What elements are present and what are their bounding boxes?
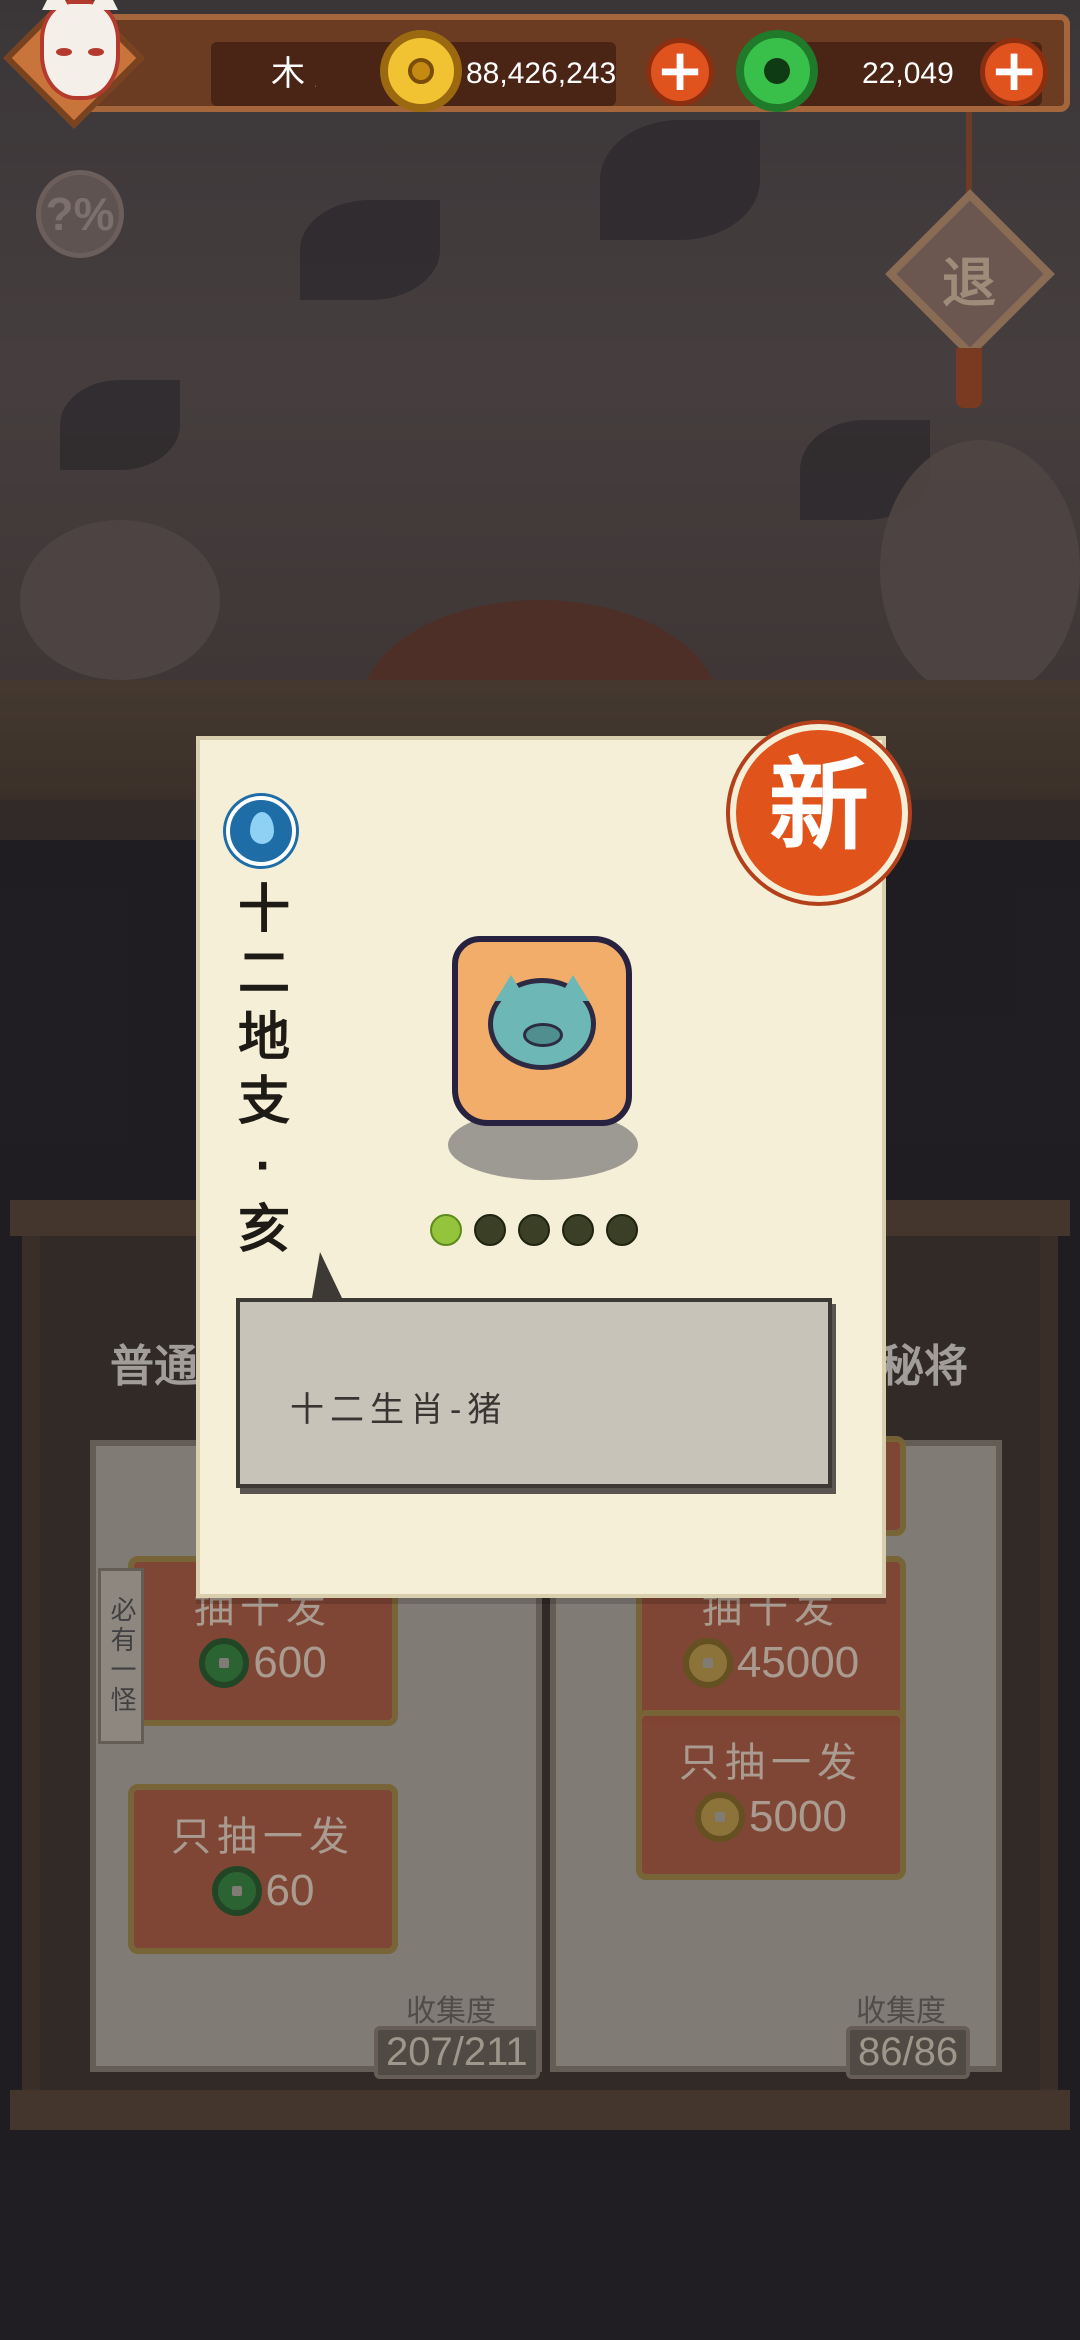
gold-box: 88,426,243	[316, 42, 616, 106]
probability-help-button[interactable]: ?%	[36, 170, 124, 258]
rarity-dot-icon	[518, 1214, 550, 1246]
exit-tassel	[956, 348, 982, 408]
rarity-dot-icon	[474, 1214, 506, 1246]
new-badge: 新	[730, 724, 908, 902]
game-scene: 普通 秘将 抽十发 600 只抽一发 60 收集度 207/211 必有一怪 4…	[0, 0, 1080, 2340]
rarity-dots	[430, 1214, 638, 1246]
new-card-popup[interactable]: 十 二 地 支 · 亥 新 十二生肖-猪	[196, 724, 908, 1598]
fox-mask-icon	[40, 0, 120, 100]
card-description: 十二生肖-猪	[290, 1391, 508, 1429]
gold-amount: 88,426,243	[466, 57, 617, 90]
rarity-dot-icon	[562, 1214, 594, 1246]
resource-bar: 木良 88,426,243 + 22,049 +	[60, 14, 1070, 112]
speech-tail	[312, 1252, 342, 1298]
rarity-dot-icon	[606, 1214, 638, 1246]
jade-amount: 22,049	[862, 57, 954, 90]
gold-coin-icon	[380, 30, 462, 112]
exit-label: 退	[941, 251, 996, 315]
player-avatar[interactable]	[3, 0, 150, 130]
card-title: 十 二 地 支 · 亥	[237, 881, 290, 1259]
water-drop-icon	[226, 796, 296, 866]
jade-coin-icon	[736, 30, 818, 112]
add-gold-button[interactable]: +	[646, 38, 714, 106]
rarity-dot-icon	[430, 1214, 462, 1246]
pig-tile-icon	[452, 936, 632, 1126]
add-jade-button[interactable]: +	[980, 38, 1048, 106]
description-bubble: 十二生肖-猪	[236, 1298, 832, 1488]
